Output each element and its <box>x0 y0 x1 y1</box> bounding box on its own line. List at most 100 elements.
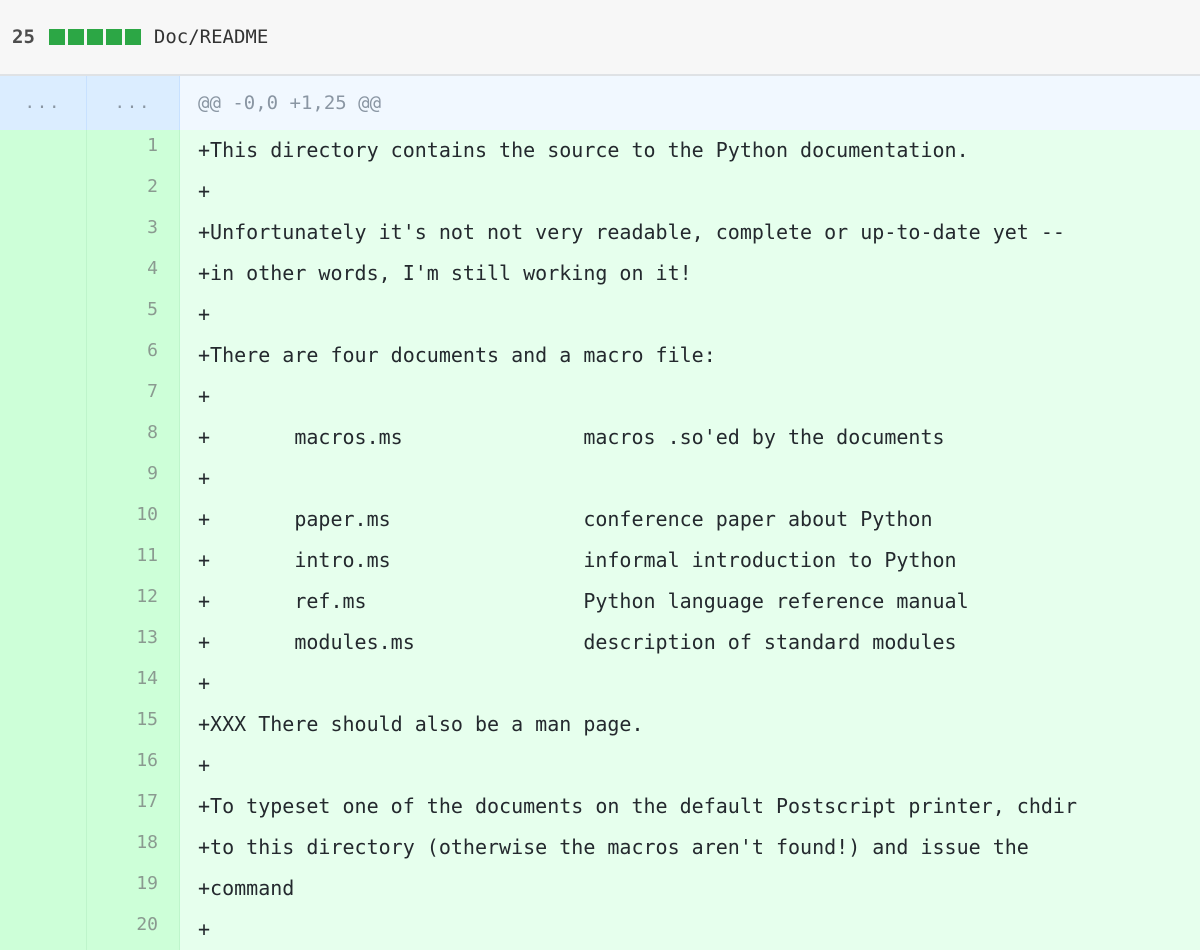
added-code-line: +XXX There should also be a man page. <box>180 704 1200 745</box>
new-line-number[interactable]: 6 <box>87 335 180 376</box>
old-line-number[interactable] <box>0 130 87 171</box>
line-number-label: 2 <box>147 176 158 197</box>
old-line-number[interactable] <box>0 458 87 499</box>
old-line-number[interactable] <box>0 745 87 786</box>
diff-line-row: 8 + macros.ms macros .so'ed by the docume… <box>0 417 1200 458</box>
file-header: 25 Doc/README <box>0 0 1200 76</box>
line-number-label: 13 <box>136 627 158 648</box>
old-line-number[interactable] <box>0 171 87 212</box>
old-line-number[interactable] <box>0 253 87 294</box>
old-line-number[interactable] <box>0 499 87 540</box>
old-line-number[interactable] <box>0 827 87 868</box>
diff-line-row: 3 +Unfortunately it's not not very readab… <box>0 212 1200 253</box>
line-number-label: 3 <box>147 217 158 238</box>
expand-new-lines-button[interactable]: ... <box>87 76 180 130</box>
old-line-number[interactable] <box>0 540 87 581</box>
old-line-number[interactable] <box>0 335 87 376</box>
new-line-number[interactable]: 20 <box>87 909 180 950</box>
new-line-number[interactable]: 5 <box>87 294 180 335</box>
diffstat-block <box>105 29 122 45</box>
expand-old-lines-button[interactable]: ... <box>0 76 87 130</box>
new-line-number[interactable]: 18 <box>87 827 180 868</box>
new-line-number[interactable]: 9 <box>87 458 180 499</box>
added-code-line: +There are four documents and a macro fi… <box>180 335 1200 376</box>
new-line-number[interactable]: 17 <box>87 786 180 827</box>
added-code-line: +command <box>180 868 1200 909</box>
new-line-number[interactable]: 14 <box>87 663 180 704</box>
line-number-label: 6 <box>147 340 158 361</box>
diff-line-row: 1 +This directory contains the source to … <box>0 130 1200 171</box>
diff-line-row: 19 +command <box>0 868 1200 909</box>
line-number-label: 18 <box>136 832 158 853</box>
added-code-line: +to this directory (otherwise the macros… <box>180 827 1200 868</box>
line-number-label: 17 <box>136 791 158 812</box>
hunk-header: @@ -0,0 +1,25 @@ <box>198 92 382 114</box>
old-line-number[interactable] <box>0 212 87 253</box>
new-line-number[interactable]: 10 <box>87 499 180 540</box>
diff-line-row: 5 + <box>0 294 1200 335</box>
new-line-number[interactable]: 15 <box>87 704 180 745</box>
new-line-number[interactable]: 8 <box>87 417 180 458</box>
added-code-line: +This directory contains the source to t… <box>180 130 1200 171</box>
line-number-label: 12 <box>136 586 158 607</box>
diff-line-row: 16 + <box>0 745 1200 786</box>
diff-line-row: 6 +There are four documents and a macro f… <box>0 335 1200 376</box>
added-code-line: + <box>180 458 1200 499</box>
diffstat-block <box>124 29 141 45</box>
diffstat-block <box>48 29 65 45</box>
diff-table: ... ... @@ -0,0 +1,25 @@ 1 +This director… <box>0 76 1200 950</box>
line-number-label: 16 <box>136 750 158 771</box>
line-number-label: 5 <box>147 299 158 320</box>
line-number-label: 8 <box>147 422 158 443</box>
old-line-number[interactable] <box>0 581 87 622</box>
new-line-number[interactable]: 19 <box>87 868 180 909</box>
diffstat-block <box>67 29 84 45</box>
added-code-line: + paper.ms conference paper about Python <box>180 499 1200 540</box>
diff-line-row: 2 + <box>0 171 1200 212</box>
added-code-line: + macros.ms macros .so'ed by the documen… <box>180 417 1200 458</box>
added-code-line: +in other words, I'm still working on it… <box>180 253 1200 294</box>
hunk-header-row: ... ... @@ -0,0 +1,25 @@ <box>0 76 1200 130</box>
diff-line-row: 4 +in other words, I'm still working on i… <box>0 253 1200 294</box>
added-code-line: + <box>180 171 1200 212</box>
new-line-number[interactable]: 2 <box>87 171 180 212</box>
diff-line-row: 7 + <box>0 376 1200 417</box>
diff-line-row: 12 + ref.ms Python language reference man… <box>0 581 1200 622</box>
added-code-line: + intro.ms informal introduction to Pyth… <box>180 540 1200 581</box>
added-code-line: + ref.ms Python language reference manua… <box>180 581 1200 622</box>
diff-line-row: 17 +To typeset one of the documents on th… <box>0 786 1200 827</box>
new-line-number[interactable]: 13 <box>87 622 180 663</box>
line-number-label: 19 <box>136 873 158 894</box>
added-code-line: +Unfortunately it's not not very readabl… <box>180 212 1200 253</box>
diffstat-bar <box>48 29 141 45</box>
new-line-number[interactable]: 16 <box>87 745 180 786</box>
old-line-number[interactable] <box>0 704 87 745</box>
added-code-line: + <box>180 663 1200 704</box>
new-line-number[interactable]: 1 <box>87 130 180 171</box>
line-number-label: 7 <box>147 381 158 402</box>
line-number-label: 1 <box>147 135 158 156</box>
old-line-number[interactable] <box>0 868 87 909</box>
added-code-line: + modules.ms description of standard mod… <box>180 622 1200 663</box>
diff-line-row: 14 + <box>0 663 1200 704</box>
added-code-line: +To typeset one of the documents on the … <box>180 786 1200 827</box>
old-line-number[interactable] <box>0 376 87 417</box>
old-line-number[interactable] <box>0 417 87 458</box>
old-line-number[interactable] <box>0 294 87 335</box>
new-line-number[interactable]: 11 <box>87 540 180 581</box>
new-line-number[interactable]: 4 <box>87 253 180 294</box>
old-line-number[interactable] <box>0 786 87 827</box>
old-line-number[interactable] <box>0 663 87 704</box>
old-line-number[interactable] <box>0 909 87 950</box>
line-number-label: 4 <box>147 258 158 279</box>
file-path-link[interactable]: Doc/README <box>154 26 268 48</box>
old-line-number[interactable] <box>0 622 87 663</box>
new-line-number[interactable]: 12 <box>87 581 180 622</box>
diff-line-row: 18 +to this directory (otherwise the macr… <box>0 827 1200 868</box>
diff-line-row: 10 + paper.ms conference paper about Pyth… <box>0 499 1200 540</box>
new-line-number[interactable]: 3 <box>87 212 180 253</box>
line-number-label: 9 <box>147 463 158 484</box>
new-line-number[interactable]: 7 <box>87 376 180 417</box>
diffstat-count: 25 <box>12 26 35 48</box>
line-number-label: 15 <box>136 709 158 730</box>
